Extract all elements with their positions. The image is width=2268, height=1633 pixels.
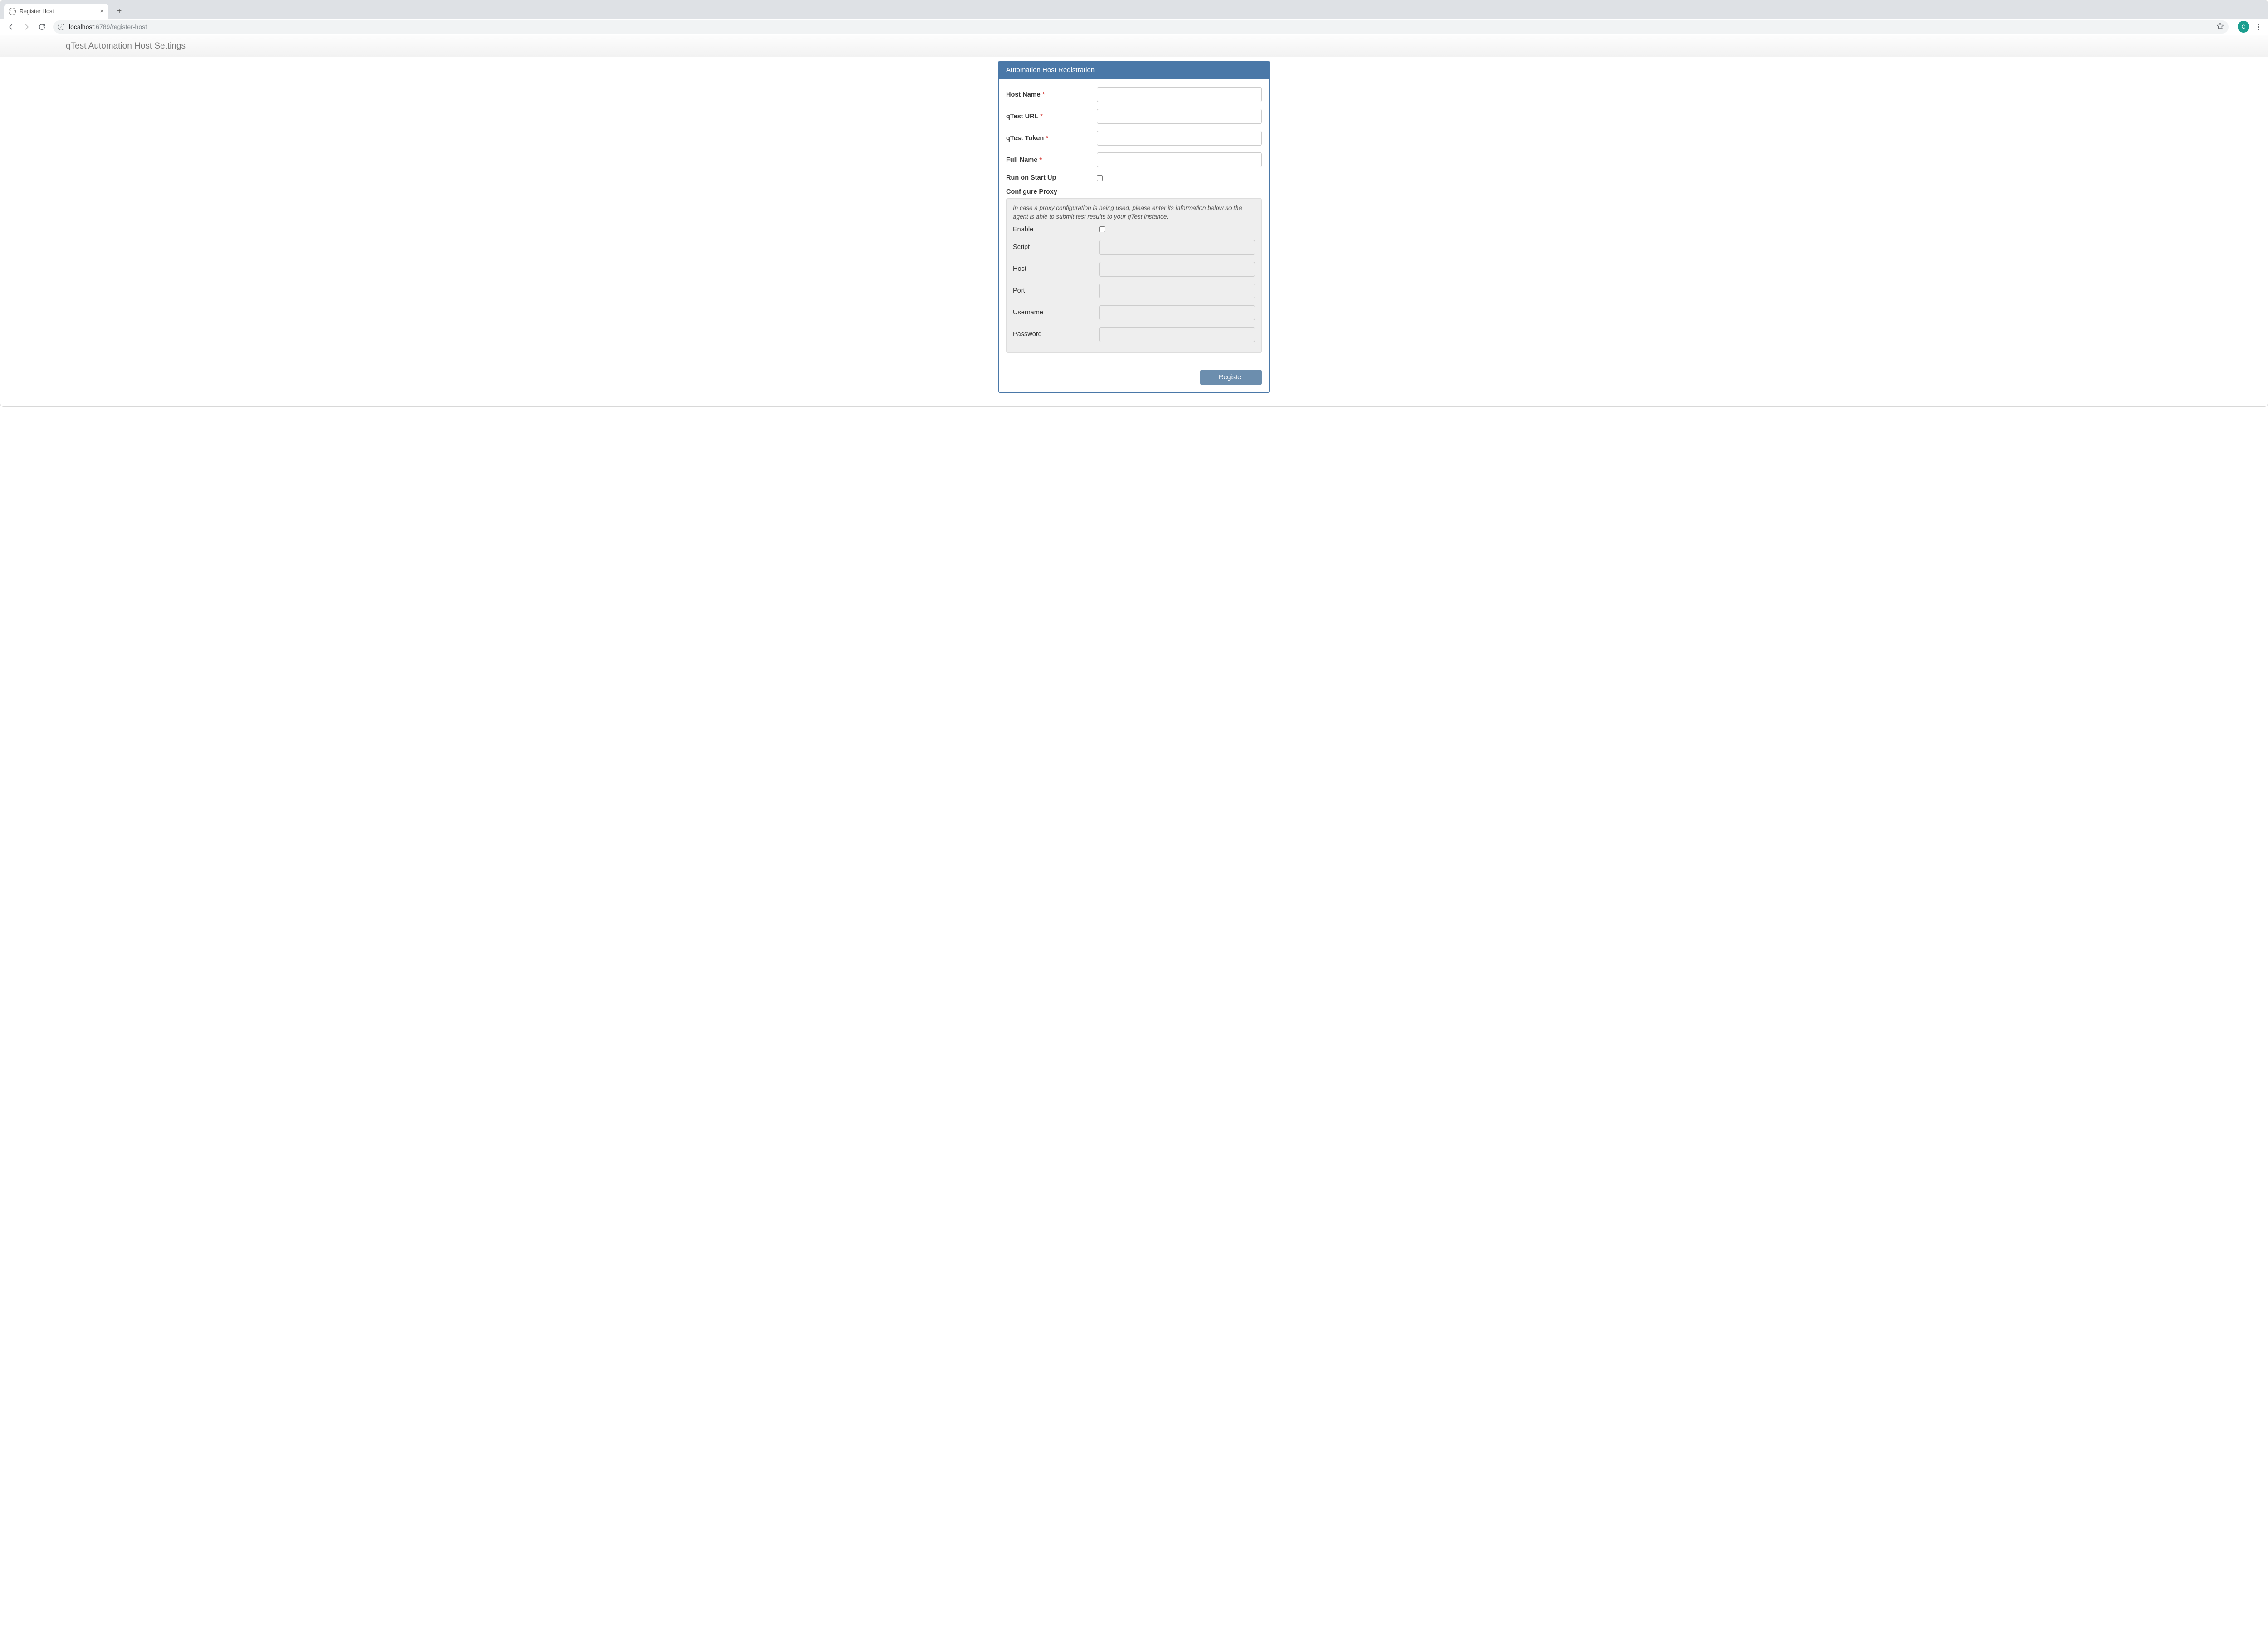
page-title: qTest Automation Host Settings <box>66 41 186 51</box>
label-full-name: Full Name * <box>1006 156 1097 164</box>
forward-button[interactable] <box>20 20 33 34</box>
label-proxy-username: Username <box>1013 309 1099 316</box>
label-proxy-password: Password <box>1013 331 1099 338</box>
page: qTest Automation Host Settings Automatio… <box>0 35 2268 393</box>
avatar-initial: C <box>2242 24 2246 30</box>
label-host-name: Host Name * <box>1006 91 1097 98</box>
input-qtest-url[interactable] <box>1097 109 1262 124</box>
proxy-row-username: Username <box>1013 305 1255 320</box>
browser-window: Register Host × + i localhost:6789/regis… <box>0 0 2268 407</box>
checkbox-run-on-startup[interactable] <box>1097 175 1103 181</box>
new-tab-button[interactable]: + <box>113 5 126 17</box>
close-tab-icon[interactable]: × <box>100 8 104 15</box>
input-qtest-token[interactable] <box>1097 131 1262 146</box>
label-qtest-token: qTest Token * <box>1006 135 1097 142</box>
checkbox-proxy-enable[interactable] <box>1099 226 1105 232</box>
globe-icon <box>9 8 16 15</box>
proxy-help-text: In case a proxy configuration is being u… <box>1013 204 1255 221</box>
input-proxy-script[interactable] <box>1099 240 1255 255</box>
input-proxy-port[interactable] <box>1099 284 1255 298</box>
input-proxy-host[interactable] <box>1099 262 1255 277</box>
url-host: localhost <box>69 23 94 30</box>
card-title: Automation Host Registration <box>1006 66 1095 74</box>
card-footer: Register <box>1006 363 1262 385</box>
form-row-host-name: Host Name * <box>1006 87 1262 102</box>
browser-toolbar: i localhost:6789/register-host C <box>0 19 2268 35</box>
label-qtest-url: qTest URL * <box>1006 113 1097 120</box>
proxy-row-password: Password <box>1013 327 1255 342</box>
label-proxy-port: Port <box>1013 287 1099 294</box>
label-proxy-script: Script <box>1013 244 1099 251</box>
back-button[interactable] <box>4 20 18 34</box>
page-header: qTest Automation Host Settings <box>0 35 2268 57</box>
label-proxy-host: Host <box>1013 265 1099 273</box>
url-path: /register-host <box>110 23 147 30</box>
reload-button[interactable] <box>35 20 49 34</box>
browser-menu-icon[interactable] <box>2253 24 2264 30</box>
input-proxy-password[interactable] <box>1099 327 1255 342</box>
tab-title: Register Host <box>20 8 54 15</box>
label-run-on-startup: Run on Start Up <box>1006 174 1097 181</box>
address-bar[interactable]: i localhost:6789/register-host <box>53 20 2229 34</box>
registration-card: Automation Host Registration Host Name *… <box>998 61 1270 393</box>
input-host-name[interactable] <box>1097 87 1262 102</box>
label-proxy-enable: Enable <box>1013 226 1099 233</box>
register-button[interactable]: Register <box>1200 370 1262 385</box>
form-row-full-name: Full Name * <box>1006 152 1262 167</box>
browser-tab[interactable]: Register Host × <box>4 4 108 19</box>
proxy-row-port: Port <box>1013 284 1255 298</box>
info-icon[interactable]: i <box>58 24 64 30</box>
form-row-qtest-url: qTest URL * <box>1006 109 1262 124</box>
card-body: Host Name * qTest URL * qTest Token <box>999 79 1269 392</box>
proxy-row-enable: Enable <box>1013 226 1255 233</box>
input-proxy-username[interactable] <box>1099 305 1255 320</box>
form-row-qtest-token: qTest Token * <box>1006 131 1262 146</box>
proxy-box: In case a proxy configuration is being u… <box>1006 198 1262 353</box>
proxy-row-script: Script <box>1013 240 1255 255</box>
proxy-section-title: Configure Proxy <box>1006 188 1262 196</box>
proxy-row-host: Host <box>1013 262 1255 277</box>
bookmark-star-icon[interactable] <box>2216 22 2224 31</box>
input-full-name[interactable] <box>1097 152 1262 167</box>
form-row-run-on-startup: Run on Start Up <box>1006 174 1262 181</box>
tab-strip: Register Host × + <box>0 0 2268 19</box>
url-port: :6789 <box>94 23 110 30</box>
profile-avatar[interactable]: C <box>2238 21 2249 33</box>
card-header: Automation Host Registration <box>999 61 1269 79</box>
